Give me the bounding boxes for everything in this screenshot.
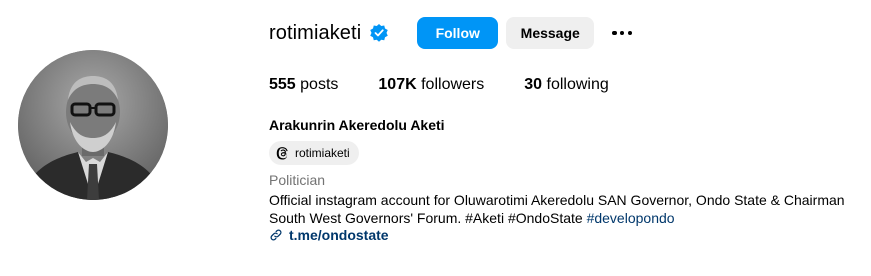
posts-count: 555 <box>269 76 296 93</box>
link-icon <box>270 229 282 241</box>
bio-line-2-text: South West Governors' Forum. #Aketi #Ond… <box>269 210 587 226</box>
hashtag-link[interactable]: #developondo <box>587 210 675 226</box>
more-options-button[interactable] <box>610 21 634 45</box>
followers-stat[interactable]: 107K followers <box>378 76 484 94</box>
profile-category: Politician <box>269 172 326 188</box>
profile-link-text: t.me/ondostate <box>289 227 389 243</box>
message-button[interactable]: Message <box>506 17 595 49</box>
profile-header: rotimiaketi Follow Message <box>269 16 634 50</box>
more-horizontal-icon <box>619 30 625 36</box>
username: rotimiaketi <box>269 21 362 44</box>
more-horizontal-icon <box>612 30 617 36</box>
following-count: 30 <box>524 76 543 93</box>
follow-button[interactable]: Follow <box>417 17 499 49</box>
threads-handle: rotimiaketi <box>295 146 350 160</box>
avatar-photo <box>18 50 168 200</box>
threads-badge[interactable]: rotimiaketi <box>269 141 359 165</box>
profile-bio: Official instagram account for Oluwaroti… <box>269 191 859 227</box>
followers-label: followers <box>421 76 485 93</box>
full-name: Arakunrin Akeredolu Aketi <box>269 117 445 133</box>
verified-badge-icon <box>369 23 389 43</box>
following-label: following <box>546 76 609 93</box>
following-stat[interactable]: 30 following <box>524 76 609 94</box>
posts-label: posts <box>300 76 339 93</box>
profile-stats: 555 posts 107K followers 30 following <box>269 76 649 94</box>
followers-count: 107K <box>378 76 417 93</box>
bio-line-1: Official instagram account for Oluwaroti… <box>269 192 845 208</box>
posts-stat: 555 posts <box>269 76 338 94</box>
more-horizontal-icon <box>627 30 633 36</box>
profile-link[interactable]: t.me/ondostate <box>269 227 389 243</box>
profile-avatar[interactable] <box>18 50 168 200</box>
threads-icon <box>276 147 288 160</box>
bio-line-2: South West Governors' Forum. #Aketi #Ond… <box>269 209 859 227</box>
